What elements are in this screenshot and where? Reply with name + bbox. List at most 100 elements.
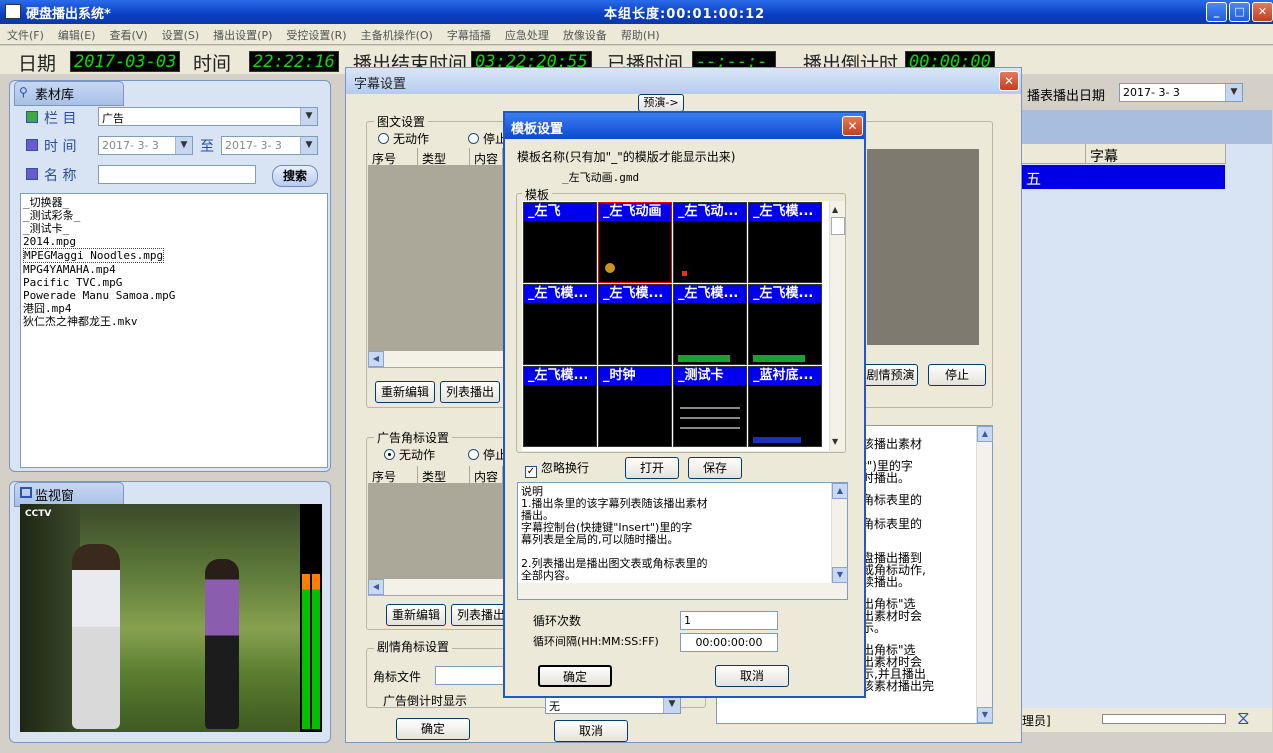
date-from-value: 2017- 3- 3: [102, 139, 159, 152]
list-item[interactable]: _切换器_: [23, 196, 325, 209]
table-scrollbar[interactable]: ◀: [368, 351, 503, 367]
scroll-left-icon[interactable]: ◀: [368, 351, 384, 367]
list-play-button[interactable]: 列表播出: [440, 381, 500, 403]
loop-interval-input[interactable]: 00:00:00:00: [680, 633, 778, 652]
time-icon: [26, 139, 38, 151]
list-item[interactable]: _测试彩条_: [23, 209, 325, 222]
schedule-cell[interactable]: 五: [1022, 165, 1086, 189]
thumb-caption: _时钟: [599, 367, 671, 385]
menu-edit[interactable]: 编辑(E): [51, 24, 103, 46]
date-to-picker[interactable]: 2017- 3- 3 ▼: [221, 136, 318, 155]
menu-emergency[interactable]: 应急处理: [498, 24, 556, 46]
close-icon[interactable]: ✕: [842, 116, 863, 136]
save-button[interactable]: 保存: [688, 457, 742, 479]
menu-file[interactable]: 文件(F): [0, 24, 51, 46]
template-thumb[interactable]: _蓝衬底...: [748, 366, 822, 447]
scroll-left-icon[interactable]: ◀: [368, 579, 384, 595]
scroll-down-icon[interactable]: ▼: [832, 567, 848, 583]
date-from-picker[interactable]: 2017- 3- 3 ▼: [98, 136, 193, 155]
schedule-date-picker[interactable]: 2017- 3- 3 ▼: [1119, 83, 1243, 102]
list-item[interactable]: Powerade Manu Samoa.mpG: [23, 289, 325, 302]
ad-reedit-button[interactable]: 重新编辑: [386, 604, 446, 626]
drama-preview-button[interactable]: 剧情预演: [863, 364, 918, 386]
cancel-button[interactable]: 取消: [554, 720, 628, 742]
close-icon[interactable]: ✕: [999, 71, 1019, 91]
list-item[interactable]: Pacific TVC.mpG: [23, 276, 325, 289]
scroll-up-icon[interactable]: ▲: [977, 426, 993, 442]
template-thumb[interactable]: _左飞模...: [523, 366, 597, 447]
list-item[interactable]: _测试卡_: [23, 222, 325, 235]
menu-subtitle-insert[interactable]: 字幕插播: [440, 24, 498, 46]
template-thumb[interactable]: _左飞模...: [748, 202, 822, 283]
description-scrollbar[interactable]: ▲ ▼: [976, 426, 993, 723]
template-thumb[interactable]: _左飞模...: [748, 284, 822, 365]
radio-stop[interactable]: 停止: [468, 130, 507, 147]
template-thumb[interactable]: _左飞: [523, 202, 597, 283]
template-scrollbar[interactable]: ▲ ▼: [829, 201, 845, 451]
logo-file-input[interactable]: [435, 666, 505, 685]
minimize-button[interactable]: _: [1206, 2, 1227, 22]
menu-master-backup[interactable]: 主备机操作(O): [354, 24, 440, 46]
scroll-down-icon[interactable]: ▼: [832, 437, 838, 446]
list-item[interactable]: 狄仁杰之神都龙王.mkv: [23, 315, 325, 328]
image-text-table[interactable]: 序号 类型 内容 ◀: [368, 148, 503, 368]
radio-none[interactable]: 无动作: [378, 130, 429, 147]
template-grid[interactable]: _左飞 _左飞动画 _左飞动... _左飞模... _左飞模... _左飞模..…: [522, 201, 845, 451]
template-ok-button[interactable]: 确定: [538, 665, 612, 687]
scroll-down-icon[interactable]: ▼: [977, 707, 993, 723]
reedit-button[interactable]: 重新编辑: [375, 381, 435, 403]
template-title: 模板设置: [511, 122, 564, 137]
search-button[interactable]: 搜索: [272, 165, 318, 187]
list-item[interactable]: MPEGMaggi Noodles.mpg: [23, 248, 165, 263]
thumb-caption: _左飞模...: [524, 367, 596, 385]
name-search-input[interactable]: [98, 165, 256, 184]
col-no-header: 序号: [368, 148, 418, 166]
template-thumb[interactable]: _左飞模...: [673, 284, 747, 365]
close-button[interactable]: ✕: [1252, 2, 1273, 22]
menu-control-settings[interactable]: 受控设置(R): [279, 24, 353, 46]
status-text: 理员]: [1022, 714, 1051, 728]
desc-hscrollbar[interactable]: [518, 583, 847, 599]
schedule-date-row: 播表播出日期 2017- 3- 3 ▼: [1022, 80, 1272, 110]
file-list[interactable]: _切换器_ _测试彩条_ _测试卡_ 2014.mpg MPEGMaggi No…: [20, 193, 328, 468]
menu-view[interactable]: 查看(V): [102, 24, 154, 46]
scroll-up-icon[interactable]: ▲: [832, 205, 838, 214]
stop-button[interactable]: 停止: [928, 364, 986, 386]
template-cancel-button[interactable]: 取消: [715, 665, 789, 687]
ad-logo-table[interactable]: 序号 类型 内容 ◀: [368, 466, 503, 596]
menu-settings[interactable]: 设置(S): [155, 24, 207, 46]
template-thumb[interactable]: _时钟: [598, 366, 672, 447]
template-thumb[interactable]: _左飞模...: [598, 284, 672, 365]
scroll-up-icon[interactable]: ▲: [832, 483, 848, 499]
ok-button[interactable]: 确定: [396, 718, 470, 740]
desc-scrollbar[interactable]: ▲ ▼: [831, 483, 848, 583]
ad-radio-none[interactable]: 无动作: [384, 446, 435, 463]
desc-line: 时播出。: [862, 471, 911, 485]
menu-help[interactable]: 帮助(H): [614, 24, 667, 46]
column-select[interactable]: 广告 ▼: [98, 107, 318, 126]
date-label: 日期: [18, 53, 57, 75]
menu-playout-settings[interactable]: 播出设置(P): [206, 24, 279, 46]
volume-slider[interactable]: [1102, 714, 1226, 724]
preview-button[interactable]: 预演->: [638, 94, 684, 112]
maximize-button[interactable]: □: [1229, 2, 1250, 22]
template-thumb[interactable]: _左飞动...: [673, 202, 747, 283]
ad-list-play-button[interactable]: 列表播出: [451, 604, 511, 626]
schedule-cell-subtitle[interactable]: [1086, 165, 1225, 189]
menu-vtr-device[interactable]: 放像设备: [556, 24, 614, 46]
ignore-newline-checkbox[interactable]: ✓ 忽略换行: [525, 459, 589, 478]
list-item[interactable]: MPG4YAMAHA.mp4: [23, 263, 325, 276]
template-thumb[interactable]: _测试卡: [673, 366, 747, 447]
loop-count-input[interactable]: 1: [680, 611, 778, 630]
scroll-thumb[interactable]: [831, 217, 845, 235]
hourglass-icon[interactable]: ⧖: [1237, 708, 1250, 729]
desc-line: 角标表里的: [862, 493, 923, 507]
list-item[interactable]: 港囧.mp4: [23, 302, 325, 315]
open-button[interactable]: 打开: [625, 457, 679, 479]
ad-table-scrollbar[interactable]: ◀: [368, 579, 503, 595]
template-thumb-selected[interactable]: _左飞动画: [598, 202, 672, 283]
magnifier-icon: ⚲: [19, 85, 28, 99]
template-thumb[interactable]: _左飞模...: [523, 284, 597, 365]
list-item[interactable]: 2014.mpg: [23, 235, 325, 248]
ad-radio-stop[interactable]: 停止: [468, 446, 507, 463]
